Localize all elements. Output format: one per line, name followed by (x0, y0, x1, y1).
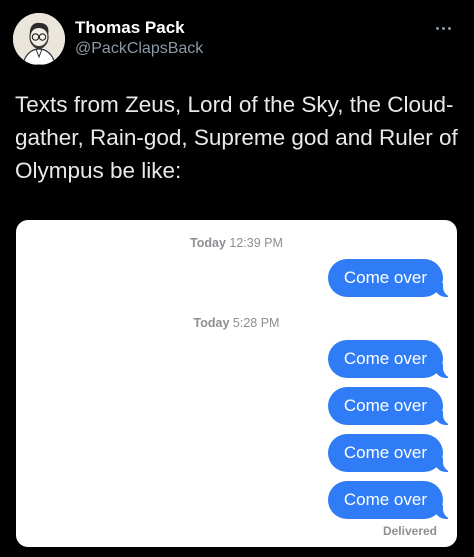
message-text: Come over (343, 349, 427, 368)
more-horizontal-icon[interactable] (426, 20, 460, 36)
more-dot (435, 26, 439, 30)
timestamp-time: 12:39 PM (229, 236, 283, 250)
author-name[interactable]: Thomas Pack (75, 18, 185, 38)
sent-message-bubble: Come over (327, 259, 456, 297)
message-text: Come over (343, 396, 427, 415)
imessage-screenshot[interactable]: Today 12:39 PM Come over Today 5:28 PM C… (16, 220, 457, 547)
tweet-text: Texts from Zeus, Lord of the Sky, the Cl… (15, 92, 458, 183)
avatar-illustration (13, 13, 65, 65)
message-text: Come over (343, 443, 427, 462)
delivered-status: Delivered (382, 524, 437, 538)
sent-message-bubble: Come over (327, 387, 456, 425)
message-text: Come over (343, 490, 427, 509)
timestamp-time: 5:28 PM (232, 316, 280, 330)
avatar[interactable] (13, 13, 65, 65)
author-handle[interactable]: @PackClapsBack (75, 40, 203, 58)
timestamp-day: Today (193, 316, 230, 330)
sent-message-bubble: Come over (327, 340, 456, 378)
message-text: Come over (343, 268, 427, 287)
more-dot (447, 26, 451, 30)
message-timestamp: Today 5:28 PM (16, 316, 457, 330)
message-timestamp: Today 12:39 PM (16, 236, 457, 250)
more-dot (441, 26, 445, 30)
sent-message-bubble: Come over (327, 481, 456, 519)
sent-message-bubble: Come over (327, 434, 456, 472)
timestamp-day: Today (190, 236, 226, 250)
